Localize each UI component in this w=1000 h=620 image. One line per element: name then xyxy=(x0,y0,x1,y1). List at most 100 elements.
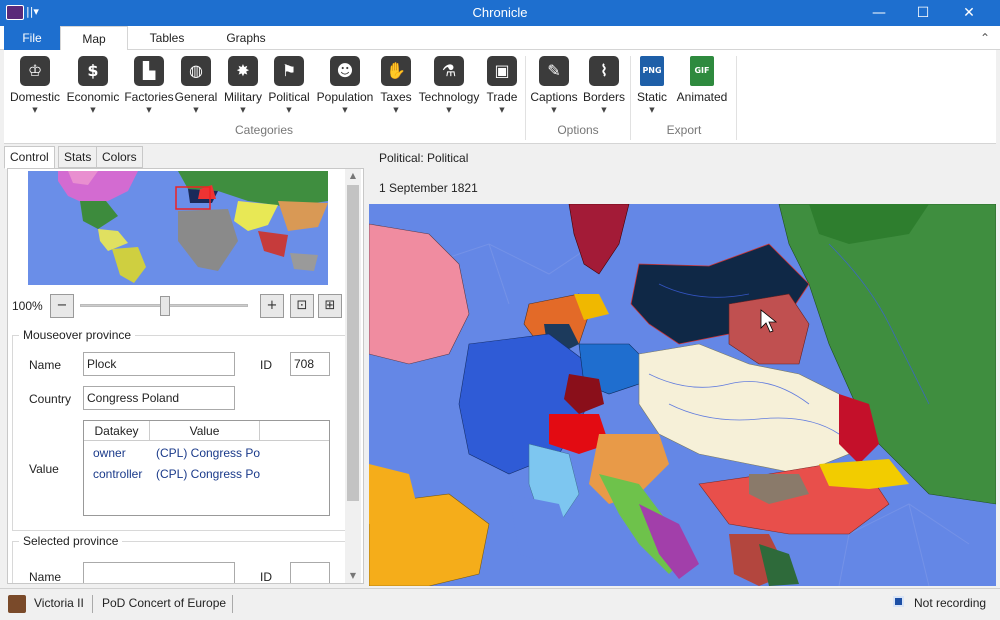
title-bar: ||▾ Chronicle — ☐ ✕ xyxy=(0,0,1000,26)
export-label: Static xyxy=(636,90,667,104)
province-id-field[interactable]: 708 xyxy=(290,352,330,376)
id-label: ID xyxy=(260,570,272,584)
option-borders-button[interactable]: ⌇ Borders ▼ xyxy=(580,56,628,122)
category-economic-button[interactable]: $ Economic ▼ xyxy=(64,56,122,122)
category-label: Trade xyxy=(486,90,518,104)
tab-graphs[interactable]: Graphs xyxy=(212,26,280,50)
value-label: Value xyxy=(29,462,59,476)
category-label: Economic xyxy=(66,90,120,104)
status-game: Victoria II xyxy=(34,596,84,610)
political-map[interactable] xyxy=(369,204,996,586)
group-label-options: Options xyxy=(557,123,599,137)
name-label: Name xyxy=(29,570,62,584)
flag-icon: ⚑ xyxy=(274,56,304,86)
map-date-label: 1 September 1821 xyxy=(379,181,478,195)
collapse-ribbon-icon[interactable]: ⌃ xyxy=(976,26,994,50)
datakey-grid[interactable]: Datakey Value owner (CPL) Congress Po co… xyxy=(83,420,330,516)
category-label: Population xyxy=(316,90,374,104)
ribbon-tab-row: File Map Tables Graphs ⌃ xyxy=(0,26,1000,51)
window-title: Chronicle xyxy=(472,5,528,20)
selected-name-field[interactable] xyxy=(83,562,235,583)
tab-colors[interactable]: Colors xyxy=(96,146,143,168)
cell-value: (CPL) Congress Po xyxy=(156,467,261,481)
recording-status: Not recording xyxy=(914,596,987,610)
left-panel-scrollbar[interactable]: ▲ ▼ xyxy=(345,169,361,583)
tab-control[interactable]: Control xyxy=(4,146,55,169)
cell-datakey: owner xyxy=(93,446,126,460)
scroll-up-icon[interactable]: ▲ xyxy=(345,169,361,183)
category-technology-button[interactable]: ⚗ Technology ▼ xyxy=(416,56,482,122)
crate-icon: ▣ xyxy=(487,56,517,86)
category-population-button[interactable]: ☻ Population ▼ xyxy=(314,56,376,122)
dropdown-arrow-icon: ▼ xyxy=(146,106,152,114)
province-country-field[interactable]: Congress Poland xyxy=(83,386,235,410)
map-borders-icon: ⌇ xyxy=(589,56,619,86)
id-label: ID xyxy=(260,358,272,372)
zoom-in-button[interactable]: + xyxy=(260,294,284,318)
category-trade-button[interactable]: ▣ Trade ▼ xyxy=(482,56,522,122)
group-title: Mouseover province xyxy=(19,328,136,342)
category-taxes-button[interactable]: ✋ Taxes ▼ xyxy=(376,56,416,122)
money-bag-icon: $ xyxy=(78,56,108,86)
png-file-icon: PNG xyxy=(640,56,664,86)
dropdown-arrow-icon: ▼ xyxy=(193,106,199,114)
category-general-button[interactable]: ◍ General ▼ xyxy=(174,56,218,122)
group-label-export: Export xyxy=(666,123,702,137)
zoom-slider[interactable] xyxy=(80,296,248,316)
table-row[interactable]: owner (CPL) Congress Po xyxy=(84,443,329,464)
scrollbar-thumb[interactable] xyxy=(347,185,359,501)
group-divider xyxy=(630,56,631,140)
scroll-down-icon[interactable]: ▼ xyxy=(345,569,361,583)
minimap[interactable] xyxy=(28,171,328,285)
tab-file[interactable]: File xyxy=(4,26,60,50)
minimap-graphic xyxy=(28,171,328,285)
category-label: Political xyxy=(268,90,310,104)
globe-icon: ◍ xyxy=(181,56,211,86)
category-label: Factories xyxy=(124,90,174,104)
zoom-slider-thumb[interactable] xyxy=(160,296,170,316)
category-military-button[interactable]: ✸ Military ▼ xyxy=(220,56,266,122)
table-row[interactable]: controller (CPL) Congress Po xyxy=(84,464,329,485)
grid-header: Datakey Value xyxy=(84,421,329,441)
mouseover-province-group: Mouseover province Name Plock ID 708 Cou… xyxy=(12,328,346,531)
zoom-out-button[interactable]: − xyxy=(50,294,74,318)
zoom-fit-button[interactable]: ⊡ xyxy=(290,294,314,318)
cannon-icon: ✸ xyxy=(228,56,258,86)
country-label: Country xyxy=(29,392,72,406)
column-header-value[interactable]: Value xyxy=(150,421,260,441)
column-header-datakey[interactable]: Datakey xyxy=(84,421,150,441)
category-political-button[interactable]: ⚑ Political ▼ xyxy=(266,56,312,122)
dropdown-arrow-icon: ▼ xyxy=(90,106,96,114)
selected-id-field[interactable] xyxy=(290,562,330,583)
province-name-field[interactable]: Plock xyxy=(83,352,235,376)
crown-icon: ♔ xyxy=(20,56,50,86)
category-factories-button[interactable]: ▙ Factories ▼ xyxy=(122,56,176,122)
left-panel: Control Stats Colors 100% − + ⊡ ⊞ Mouseo… xyxy=(4,146,364,584)
category-label: General xyxy=(174,90,218,104)
dropdown-arrow-icon: ▼ xyxy=(601,106,607,114)
dropdown-arrow-icon: ▼ xyxy=(32,106,38,114)
tab-map[interactable]: Map xyxy=(60,26,128,51)
dropdown-arrow-icon: ▼ xyxy=(240,106,246,114)
tab-stats[interactable]: Stats xyxy=(58,146,98,168)
option-label: Borders xyxy=(582,90,626,104)
category-label: Taxes xyxy=(380,90,412,104)
export-static-button[interactable]: PNG Static ▼ xyxy=(634,56,670,122)
category-domestic-button[interactable]: ♔ Domestic ▼ xyxy=(6,56,64,122)
zoom-reset-button[interactable]: ⊞ xyxy=(318,294,342,318)
option-captions-button[interactable]: ✎ Captions ▼ xyxy=(528,56,580,122)
dropdown-arrow-icon: ▼ xyxy=(499,106,505,114)
tab-tables[interactable]: Tables xyxy=(136,26,198,50)
dropdown-arrow-icon: ▼ xyxy=(649,106,655,114)
category-label: Military xyxy=(224,90,262,104)
minimize-button[interactable]: — xyxy=(856,0,902,26)
export-animated-button[interactable]: GIF Animated xyxy=(672,56,732,122)
name-label: Name xyxy=(29,358,62,372)
close-button[interactable]: ✕ xyxy=(946,0,992,26)
map-graphic xyxy=(369,204,996,586)
cell-datakey: controller xyxy=(93,467,143,481)
maximize-button[interactable]: ☐ xyxy=(900,0,946,26)
record-stop-icon[interactable] xyxy=(893,596,904,607)
dropdown-arrow-icon: ▼ xyxy=(446,106,452,114)
group-label-categories: Categories xyxy=(234,123,294,137)
